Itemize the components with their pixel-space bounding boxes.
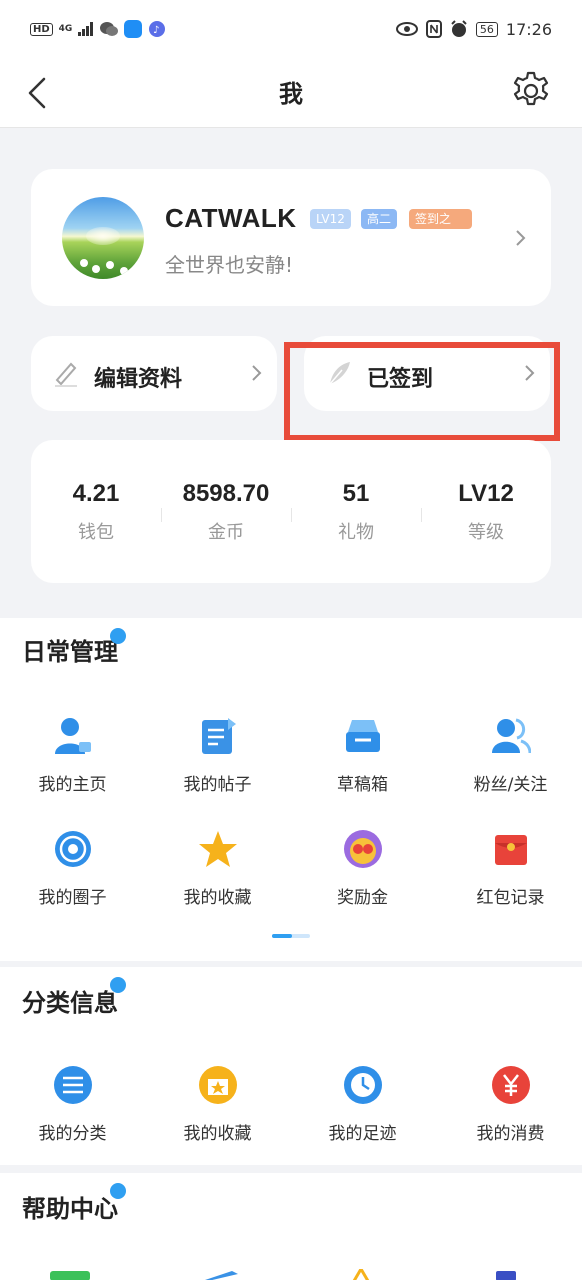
- drafts-icon: [345, 720, 380, 752]
- signal-icon: 4G: [58, 24, 73, 34]
- red-packet-icon: [494, 835, 527, 865]
- stat-label: 礼物: [338, 522, 374, 543]
- my-favorites-item[interactable]: 我的收藏: [145, 829, 290, 908]
- reward-item[interactable]: 奖励金: [290, 829, 435, 908]
- reward-icon: [343, 830, 382, 868]
- stat-value: LV12: [458, 480, 514, 507]
- footprint-item[interactable]: 我的足迹: [290, 1065, 435, 1144]
- notification-dot: [110, 977, 126, 993]
- stat-label: 钱包: [78, 522, 114, 543]
- followers-item[interactable]: 粉丝/关注: [438, 716, 582, 795]
- section-title: 帮助中心: [22, 1195, 118, 1223]
- status-right: 56 17:26: [395, 19, 552, 39]
- music-app-icon: ♪: [149, 21, 166, 37]
- notification-dot: [110, 1183, 126, 1199]
- my-homepage-item[interactable]: 我的主页: [0, 716, 145, 795]
- stat-value: 8598.70: [182, 480, 270, 507]
- my-spending-item[interactable]: 我的消费: [438, 1065, 582, 1144]
- signal-bars-icon: [78, 22, 94, 36]
- avatar[interactable]: [62, 197, 144, 279]
- stat-label: 等级: [468, 522, 504, 543]
- section-title: 分类信息: [22, 989, 118, 1017]
- sign-badge: 签到之: [409, 209, 472, 229]
- stat-value: 51: [342, 480, 370, 507]
- profile-motto: 全世界也安静!: [165, 253, 294, 277]
- level-badge: LV12: [310, 209, 351, 229]
- hd-badge: HD: [30, 22, 53, 36]
- my-category-item[interactable]: 我的分类: [0, 1065, 145, 1144]
- eye-icon: [395, 22, 418, 36]
- item-label: 我的圈子: [38, 888, 107, 908]
- post-icon: [201, 718, 236, 754]
- user-profile-icon: [54, 718, 91, 754]
- chevron-right-icon: [516, 230, 526, 246]
- item-label: 粉丝/关注: [473, 775, 548, 795]
- favorites-icon: [198, 1066, 237, 1104]
- nfc-icon: [425, 20, 442, 38]
- battery-indicator: 56: [475, 21, 498, 37]
- item-label: 我的收藏: [183, 888, 252, 908]
- stat-level[interactable]: LV12 等级: [421, 480, 551, 544]
- item-label: 红包记录: [476, 888, 545, 908]
- item-label: 草稿箱: [337, 775, 388, 795]
- status-left: HD 4G ♪: [30, 20, 166, 38]
- item-label: 我的足迹: [328, 1124, 397, 1144]
- help-edit-icon[interactable]: [198, 1271, 238, 1280]
- cloud-app-icon: [124, 20, 143, 38]
- stat-coins[interactable]: 8598.70 金币: [161, 480, 291, 544]
- stat-label: 金币: [208, 522, 244, 543]
- status-bar: HD 4G ♪ 56 17:26: [0, 0, 582, 58]
- svg-text:♪: ♪: [153, 25, 159, 36]
- profile-card[interactable]: CATWALK LV12 高二 签到之 全世界也安静!: [31, 169, 551, 306]
- item-label: 我的帖子: [183, 775, 252, 795]
- settings-gear-icon[interactable]: [510, 70, 552, 112]
- item-label: 我的主页: [38, 775, 107, 795]
- circle-icon: [54, 831, 91, 867]
- category-info-section: 分类信息 我的分类 我的收藏 我的足迹 我的消费: [0, 967, 582, 1165]
- clock-time: 17:26: [505, 19, 552, 39]
- help-center-section: 帮助中心: [0, 1173, 582, 1280]
- alarm-icon: [451, 20, 467, 37]
- yen-icon: [491, 1066, 530, 1104]
- my-posts-item[interactable]: 我的帖子: [145, 716, 290, 795]
- item-label: 我的消费: [476, 1124, 545, 1144]
- item-label: 我的收藏: [183, 1124, 252, 1144]
- highlight-box: [284, 342, 560, 441]
- star-icon: [198, 831, 237, 867]
- edit-profile-label: 编辑资料: [94, 367, 183, 392]
- drafts-item[interactable]: 草稿箱: [290, 716, 435, 795]
- help-chat-icon[interactable]: [50, 1271, 90, 1280]
- item-label: 奖励金: [337, 888, 388, 908]
- chevron-right-icon: [252, 365, 262, 381]
- stats-card: 4.21 钱包 8598.70 金币 51 礼物 LV12 等级: [31, 440, 551, 583]
- profile-name: CATWALK: [165, 203, 297, 233]
- pencil-icon: [55, 362, 77, 387]
- page-indicator: [272, 934, 310, 938]
- stat-wallet[interactable]: 4.21 钱包: [31, 480, 161, 544]
- edit-profile-button[interactable]: 编辑资料: [31, 336, 277, 411]
- stat-value: 4.21: [72, 480, 120, 507]
- help-bulb-icon[interactable]: [346, 1269, 376, 1280]
- my-circle-item[interactable]: 我的圈子: [0, 829, 145, 908]
- grade-badge: 高二: [361, 209, 398, 229]
- page-title: 我: [279, 80, 303, 108]
- daily-management-section: 日常管理 我的主页 我的帖子 草稿箱 粉丝/关注 我的圈子 我的收藏 奖励金 红…: [0, 618, 582, 961]
- clock-icon: [343, 1066, 382, 1104]
- followers-icon: [491, 718, 531, 754]
- stat-gifts[interactable]: 51 礼物: [291, 480, 421, 544]
- section-title: 日常管理: [22, 638, 118, 666]
- item-label: 我的分类: [38, 1124, 107, 1144]
- red-packet-item[interactable]: 红包记录: [438, 829, 582, 908]
- wechat-icon: [100, 22, 119, 36]
- notification-dot: [110, 628, 126, 644]
- help-doc-icon[interactable]: [496, 1271, 516, 1280]
- list-icon: [53, 1066, 92, 1104]
- nav-bar: 我: [0, 58, 582, 128]
- category-favorites-item[interactable]: 我的收藏: [145, 1065, 290, 1144]
